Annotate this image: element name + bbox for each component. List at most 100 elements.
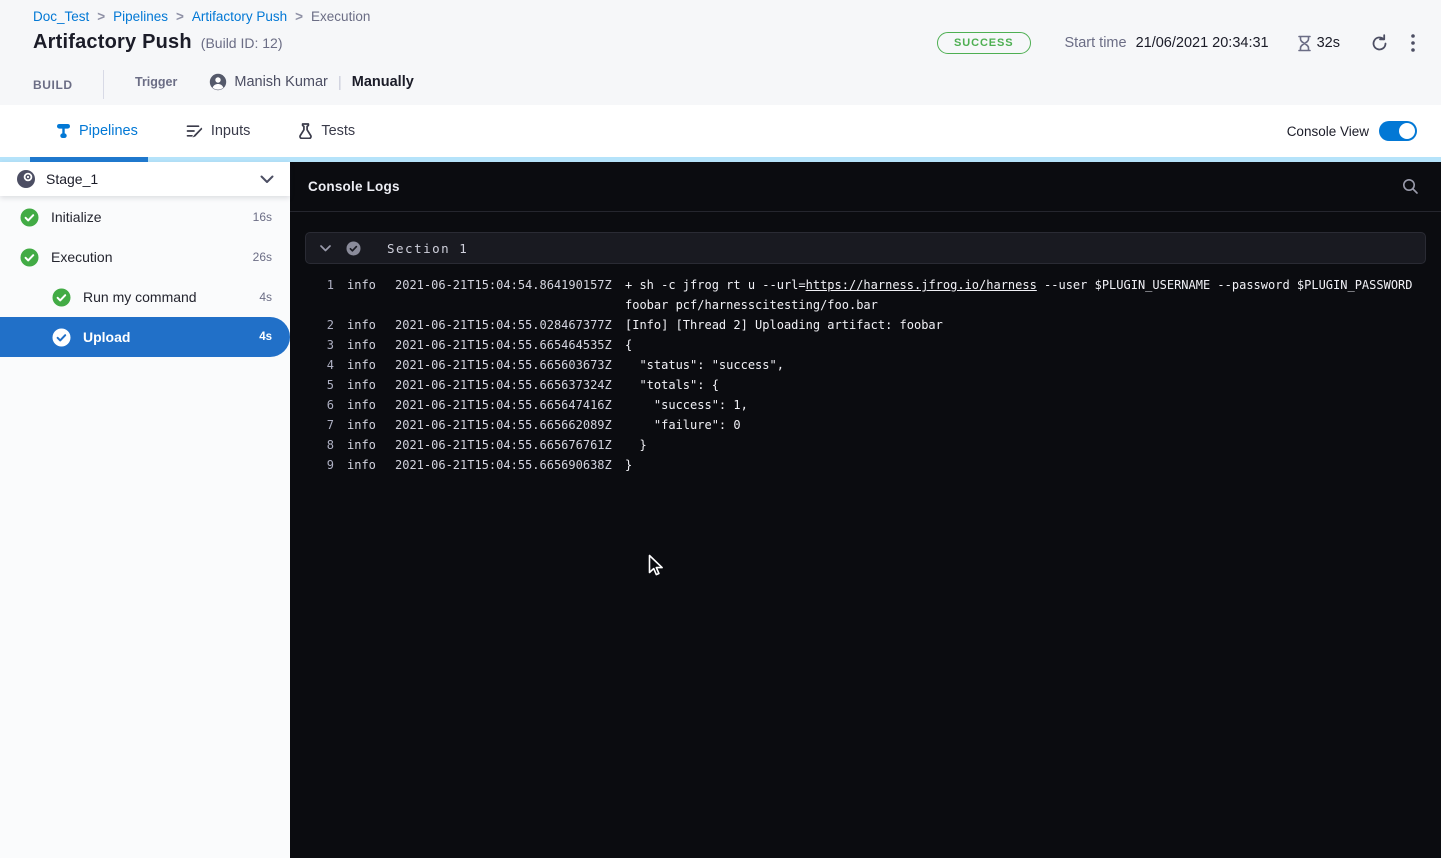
breadcrumb-link-pipelines[interactable]: Pipelines (113, 9, 168, 24)
log-line-number: 2 (318, 315, 334, 335)
log-line-number: 4 (318, 355, 334, 375)
log-timestamp: 2021-06-21T15:04:55.665676761Z (395, 435, 612, 455)
log-message: } (625, 435, 647, 455)
log-message: "failure": 0 (625, 415, 741, 435)
trigger-user-name: Manish Kumar (234, 74, 327, 90)
success-check-icon (52, 288, 71, 307)
log-line: 6 info 2021-06-21T15:04:55.665647416Z "suc… (318, 395, 1441, 415)
log-line-number: 7 (318, 415, 334, 435)
flask-icon (298, 123, 313, 139)
log-timestamp: 2021-06-21T15:04:54.864190157Z (395, 275, 612, 295)
log-line-number: 6 (318, 395, 334, 415)
log-level: info (347, 415, 379, 435)
log-timestamp (395, 295, 612, 315)
log-line: 5info2021-06-21T15:04:55.665637324Z "tot… (318, 375, 1441, 395)
breadcrumb-link-project[interactable]: Doc_Test (33, 9, 89, 24)
tab-tests[interactable]: Tests (298, 123, 355, 139)
log-section-header[interactable]: Section 1 (305, 232, 1426, 264)
breadcrumb: Doc_Test > Pipelines > Artifactory Push … (33, 9, 370, 24)
log-message: "success": 1, (625, 395, 748, 415)
section-success-icon (346, 241, 361, 256)
log-level (347, 295, 379, 315)
tab-bar: Pipelines Inputs Tests Console View (0, 105, 1441, 162)
log-timestamp: 2021-06-21T15:04:55.665603673Z (395, 355, 612, 375)
log-level: info (347, 395, 379, 415)
log-level: info (347, 375, 379, 395)
breadcrumb-link-pipeline-name[interactable]: Artifactory Push (192, 9, 287, 24)
log-line-number: 1 (318, 275, 334, 295)
success-check-icon (20, 208, 39, 227)
success-check-icon (52, 328, 71, 347)
tab-pipelines[interactable]: Pipelines (56, 123, 138, 139)
stage-selector[interactable]: Stage_1 (0, 162, 290, 196)
log-message: "totals": { (625, 375, 719, 395)
log-link[interactable]: https://harness.jfrog.io/harness (806, 278, 1037, 292)
step-item[interactable]: Execution 26s (0, 237, 290, 277)
log-line: 7 info 2021-06-21T15:04:55.665662089Z "fai… (318, 415, 1441, 435)
build-id: (Build ID: 12) (201, 35, 283, 51)
search-icon (1402, 178, 1419, 195)
log-line: 9info2021-06-21T15:04:55.665690638Z} (318, 455, 1441, 475)
console-view-toggle[interactable] (1379, 121, 1417, 141)
stage-icon (16, 169, 36, 189)
breadcrumb-separator: > (176, 9, 184, 24)
more-options-button[interactable] (1407, 30, 1419, 56)
log-message: foobar pcf/harnesscitesting/foo.bar (625, 295, 878, 315)
log-line-number: 8 (318, 435, 334, 455)
step-duration: 4s (259, 290, 272, 304)
tab-label: Inputs (211, 123, 251, 139)
log-timestamp: 2021-06-21T15:04:55.665662089Z (395, 415, 612, 435)
page-header: Doc_Test > Pipelines > Artifactory Push … (0, 0, 1441, 105)
inputs-icon (186, 123, 203, 139)
log-timestamp: 2021-06-21T15:04:55.665647416Z (395, 395, 612, 415)
refresh-icon (1370, 34, 1389, 53)
log-line: 4info2021-06-21T15:04:55.665603673Z "sta… (318, 355, 1441, 375)
stage-name: Stage_1 (46, 171, 98, 187)
log-search-button[interactable] (1398, 174, 1423, 199)
log-timestamp: 2021-06-21T15:04:55.665464535Z (395, 335, 612, 355)
log-lines: 1 info 2021-06-21T15:04:54.864190157Z + sh … (290, 264, 1441, 475)
step-label: Upload (83, 329, 130, 345)
log-message: + sh -c jfrog rt u --url=https://harness… (625, 275, 1413, 295)
log-line: 8info2021-06-21T15:04:55.665676761Z } (318, 435, 1441, 455)
step-label: Run my command (83, 289, 197, 305)
console-panel: Console Logs Section 1 1info2021-06-21T1… (290, 162, 1441, 858)
breadcrumb-separator: > (295, 9, 303, 24)
log-level: info (347, 275, 379, 295)
log-timestamp: 2021-06-21T15:04:55.028467377Z (395, 315, 612, 335)
breadcrumb-separator: > (97, 9, 105, 24)
success-check-icon (20, 248, 39, 267)
log-line: 3info2021-06-21T15:04:55.665464535Z{ (318, 335, 1441, 355)
status-badge: SUCCESS (937, 32, 1030, 54)
step-item[interactable]: Run my command 4s (0, 277, 290, 317)
log-message: { (625, 335, 632, 355)
section-label: Section 1 (387, 241, 468, 256)
log-line: 2info2021-06-21T15:04:55.028467377Z[Info… (318, 315, 1441, 335)
refresh-button[interactable] (1366, 30, 1393, 57)
step-duration: 16s (253, 210, 272, 224)
log-line-number: 9 (318, 455, 334, 475)
breadcrumb-current: Execution (311, 9, 370, 24)
chevron-down-icon (320, 245, 331, 252)
header-divider (103, 70, 104, 99)
log-timestamp: 2021-06-21T15:04:55.665690638Z (395, 455, 612, 475)
kebab-menu-icon (1411, 34, 1415, 52)
pipeline-icon (56, 123, 71, 139)
start-time-label: Start time (1065, 35, 1127, 51)
step-label: Initialize (51, 209, 102, 225)
tab-label: Tests (321, 123, 355, 139)
step-item[interactable]: Upload 4s (0, 317, 290, 357)
trigger-label: Trigger (135, 75, 177, 89)
stage-sidebar: Stage_1 Initialize 16s Execution 26s Run… (0, 162, 290, 858)
log-line-number: 5 (318, 375, 334, 395)
tab-inputs[interactable]: Inputs (186, 123, 251, 139)
step-label: Execution (51, 249, 112, 265)
page-title: Artifactory Push (33, 31, 192, 54)
chevron-down-icon (260, 175, 274, 184)
step-item[interactable]: Initialize 16s (0, 197, 290, 237)
log-message: "status": "success", (625, 355, 784, 375)
start-time-value: 21/06/2021 20:34:31 (1136, 35, 1269, 51)
log-level: info (347, 335, 379, 355)
log-line: 1 info 2021-06-21T15:04:54.864190157Z + sh … (318, 275, 1441, 295)
user-avatar-icon (209, 73, 227, 91)
